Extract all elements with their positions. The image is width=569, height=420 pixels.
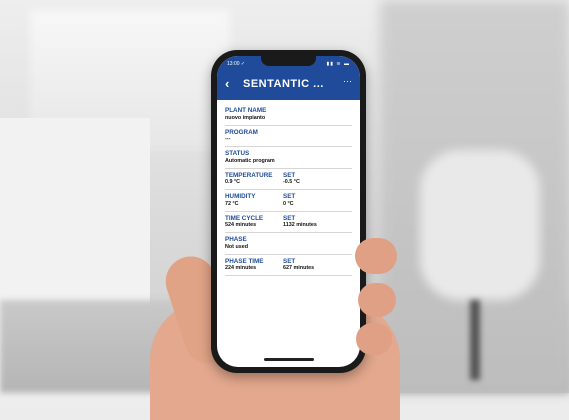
phase-time-set-value: 627 minutes	[283, 265, 315, 271]
field-program: PROGRAM ---	[225, 126, 352, 147]
hand-finger	[358, 283, 396, 317]
field-time-cycle: TIME CYCLE 524 minutes SET 1132 minutes	[225, 212, 352, 233]
time-cycle-label: TIME CYCLE	[225, 214, 264, 222]
back-chevron-icon[interactable]: ‹	[225, 77, 229, 90]
app-header: 13:00 ✓ ▮▮ ≋ ▬ ‹ SENTANTIC ... ···	[217, 56, 360, 100]
field-phase: PHASE Not used	[225, 233, 352, 255]
more-icon[interactable]: ···	[343, 77, 352, 86]
humidity-set-value: 0 °C	[283, 200, 294, 207]
background-chair	[420, 150, 540, 300]
status-icons: ▮▮ ≋ ▬	[326, 61, 350, 67]
temperature-set-label: SET	[283, 171, 296, 179]
hand-finger	[355, 238, 397, 274]
phase-time-value: 224 minutes	[225, 265, 257, 271]
status-value: Automatic program	[225, 157, 275, 164]
phone-screen: 13:00 ✓ ▮▮ ≋ ▬ ‹ SENTANTIC ... ··· PLANT…	[217, 56, 360, 367]
program-value: ---	[225, 136, 231, 142]
temperature-label: TEMPERATURE	[225, 171, 273, 179]
home-indicator[interactable]	[264, 358, 314, 361]
field-temperature: TEMPERATURE 0.9 °C SET -0.5 °C	[225, 169, 352, 190]
field-phase-time: PHASE TIME 224 minutes SET 627 minutes	[225, 255, 352, 276]
time-cycle-set-value: 1132 minutes	[283, 222, 317, 228]
background-chair-base	[470, 300, 480, 380]
program-label: PROGRAM	[225, 128, 258, 136]
plant-name-label: PLANT NAME	[225, 107, 267, 114]
plant-details: PLANT NAME nuovo impianto PROGRAM --- ST…	[217, 100, 360, 276]
temperature-set-value: -0.5 °C	[283, 179, 300, 185]
phone-notch	[261, 56, 316, 66]
humidity-value: 72 °C	[225, 200, 239, 207]
phase-time-set-label: SET	[283, 257, 296, 265]
phase-time-label: PHASE TIME	[225, 257, 264, 265]
hand-finger	[356, 323, 392, 355]
plant-name-value: nuovo impianto	[225, 114, 266, 121]
humidity-set-label: SET	[283, 193, 296, 200]
phase-label: PHASE	[225, 236, 247, 243]
humidity-label: HUMIDITY	[225, 193, 256, 200]
time-cycle-value: 524 minutes	[225, 222, 257, 228]
field-plant-name: PLANT NAME nuovo impianto	[225, 104, 352, 126]
phase-value: Not used	[225, 243, 249, 250]
temperature-value: 0.9 °C	[225, 179, 241, 185]
status-time: 13:00 ✓	[227, 61, 246, 67]
field-status: STATUS Automatic program	[225, 147, 352, 169]
time-cycle-set-label: SET	[283, 214, 296, 222]
page-title: SENTANTIC ...	[243, 78, 324, 90]
status-label: STATUS	[225, 150, 250, 157]
smartphone: 13:00 ✓ ▮▮ ≋ ▬ ‹ SENTANTIC ... ··· PLANT…	[211, 50, 366, 373]
field-humidity: HUMIDITY 72 °C SET 0 °C	[225, 190, 352, 212]
